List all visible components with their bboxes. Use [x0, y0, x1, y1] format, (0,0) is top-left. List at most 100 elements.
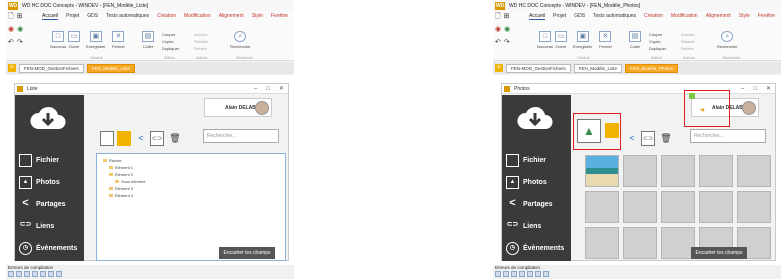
copy-button[interactable]: Copier — [162, 39, 174, 44]
tab-gds[interactable]: GDS — [87, 13, 98, 19]
doc-tab-gestion[interactable]: FEN-MOD_GestionFichiers — [19, 63, 84, 73]
maximize-icon[interactable]: □ — [753, 84, 757, 94]
photo-tile[interactable] — [699, 155, 733, 187]
maximize-icon[interactable]: □ — [266, 84, 270, 94]
photo-tile[interactable] — [623, 227, 657, 259]
image-icon[interactable]: ▲ — [577, 119, 601, 143]
search-input[interactable]: Rechercher... — [690, 129, 766, 143]
doc-tab-liste[interactable]: FEN_Modèle_Liste — [573, 63, 623, 73]
tree-node[interactable]: Élément 3 — [109, 186, 133, 191]
new-button[interactable]: □ Nouveau — [50, 31, 66, 49]
run-icon[interactable]: ◉ — [495, 25, 501, 34]
status-icon[interactable] — [511, 271, 517, 277]
undo-icon[interactable]: ↶ — [8, 38, 14, 47]
photo-tile[interactable] — [661, 155, 695, 187]
tab-alignement[interactable]: Alignement — [706, 13, 731, 19]
doc-tab-liste[interactable]: FEN_Modèle_Liste — [86, 63, 136, 73]
undo-button[interactable]: Annuler — [681, 32, 695, 37]
status-icon[interactable] — [495, 271, 501, 277]
doc-tab-gestion[interactable]: FEN-MOD_GestionFichiers — [506, 63, 571, 73]
sidebar-item-evenements[interactable]: ◷ Évènements — [19, 238, 82, 258]
tab-modification[interactable]: Modification — [671, 13, 698, 19]
cloud-download-icon[interactable] — [514, 101, 556, 135]
tab-tests[interactable]: Tests automatiques — [106, 13, 149, 19]
open-button[interactable]: ▭ Ouvrir — [68, 31, 80, 49]
redo-icon[interactable]: ↷ — [504, 38, 510, 47]
photo-tile[interactable] — [661, 191, 695, 223]
trash-icon[interactable]: 🗑 — [168, 131, 182, 146]
save-button[interactable]: ▣ Enregistrer — [86, 31, 106, 49]
photo-grid[interactable] — [583, 153, 773, 261]
link-icon[interactable]: ⊂⊃ — [150, 131, 164, 146]
sidebar-item-photos[interactable]: ▲ Photos — [19, 172, 82, 192]
cut-button[interactable]: Couper — [162, 32, 175, 37]
minimize-icon[interactable]: – — [254, 84, 257, 94]
sidebar-item-evenements[interactable]: ◷ Évènements — [506, 238, 569, 258]
status-icon[interactable] — [56, 271, 62, 277]
redo-icon[interactable]: ↷ — [17, 38, 23, 47]
restore-button[interactable]: Rétablir — [194, 39, 208, 44]
redo-button[interactable]: Refaire — [681, 46, 694, 51]
tab-creation[interactable]: Création — [157, 13, 176, 19]
photo-tile[interactable] — [661, 227, 695, 259]
new-doc-icon[interactable]: 🗋 — [8, 12, 14, 21]
new-button[interactable]: □ Nouveau — [537, 31, 553, 49]
photo-tile[interactable] — [623, 155, 657, 187]
photo-tile[interactable] — [737, 155, 771, 187]
status-icon[interactable] — [543, 271, 549, 277]
status-icon[interactable] — [535, 271, 541, 277]
folder-icon[interactable] — [117, 131, 131, 146]
save-button[interactable]: ▣ Enregistrer — [573, 31, 593, 49]
restore-button[interactable]: Rétablir — [681, 39, 695, 44]
open-icon[interactable]: ⊞ — [504, 12, 510, 21]
photo-tile[interactable] — [623, 191, 657, 223]
photo-tile[interactable] — [737, 191, 771, 223]
status-icon[interactable] — [8, 271, 14, 277]
sidebar-item-liens[interactable]: ⊂⊃ Liens — [19, 216, 82, 236]
status-icon[interactable] — [32, 271, 38, 277]
cut-button[interactable]: Couper — [649, 32, 662, 37]
undo-icon[interactable]: ↶ — [495, 38, 501, 47]
tab-fenetre[interactable]: Fenêtre — [758, 13, 775, 19]
sidebar-item-fichier[interactable]: Fichier — [19, 150, 82, 170]
open-button[interactable]: ▭ Ouvrir — [555, 31, 567, 49]
run-icon[interactable]: ◉ — [8, 25, 14, 34]
sidebar-item-photos[interactable]: ▲ Photos — [506, 172, 569, 192]
sidebar-item-fichier[interactable]: Fichier — [506, 150, 569, 170]
frame-fields-button[interactable]: Encadrer les champs — [691, 247, 747, 259]
folder-icon[interactable] — [605, 123, 619, 138]
copy-button[interactable]: Copier — [649, 39, 661, 44]
tab-alignement[interactable]: Alignement — [219, 13, 244, 19]
sidebar-item-partages[interactable]: < Partages — [19, 194, 82, 214]
document-icon[interactable] — [100, 131, 114, 146]
tab-tests[interactable]: Tests automatiques — [593, 13, 636, 19]
status-icon[interactable] — [527, 271, 533, 277]
tab-modification[interactable]: Modification — [184, 13, 211, 19]
photo-tile[interactable] — [585, 155, 619, 187]
status-icon[interactable] — [503, 271, 509, 277]
sidebar-item-partages[interactable]: < Partages — [506, 194, 569, 214]
status-icon[interactable] — [24, 271, 30, 277]
tree-node[interactable]: Racine — [103, 158, 121, 163]
status-icon[interactable] — [48, 271, 54, 277]
frame-fields-button[interactable]: Encadrer les champs — [219, 247, 275, 259]
new-doc-icon[interactable]: 🗋 — [495, 12, 501, 21]
cloud-download-icon[interactable] — [27, 101, 69, 135]
tab-gds[interactable]: GDS — [574, 13, 585, 19]
tree-view[interactable]: Racine Élément 1 Élément 2 Sous élément … — [96, 153, 286, 261]
tab-style[interactable]: Style — [252, 13, 263, 19]
close-button[interactable]: ✕ Fermer — [599, 31, 612, 49]
sidebar-item-liens[interactable]: ⊂⊃ Liens — [506, 216, 569, 236]
test-icon[interactable]: ◉ — [17, 25, 23, 34]
undo-button[interactable]: Annuler — [194, 32, 208, 37]
duplicate-button[interactable]: Dupliquer — [162, 46, 179, 51]
photo-tile[interactable] — [585, 227, 619, 259]
tab-projet[interactable]: Projet — [66, 13, 79, 19]
tab-style[interactable]: Style — [739, 13, 750, 19]
close-icon[interactable]: ✕ — [766, 84, 771, 94]
search-button[interactable]: ⌕ Rechercher — [230, 31, 251, 49]
redo-button[interactable]: Refaire — [194, 46, 207, 51]
duplicate-button[interactable]: Dupliquer — [649, 46, 666, 51]
trash-icon[interactable]: 🗑 — [659, 131, 673, 146]
tab-fenetre[interactable]: Fenêtre — [271, 13, 288, 19]
